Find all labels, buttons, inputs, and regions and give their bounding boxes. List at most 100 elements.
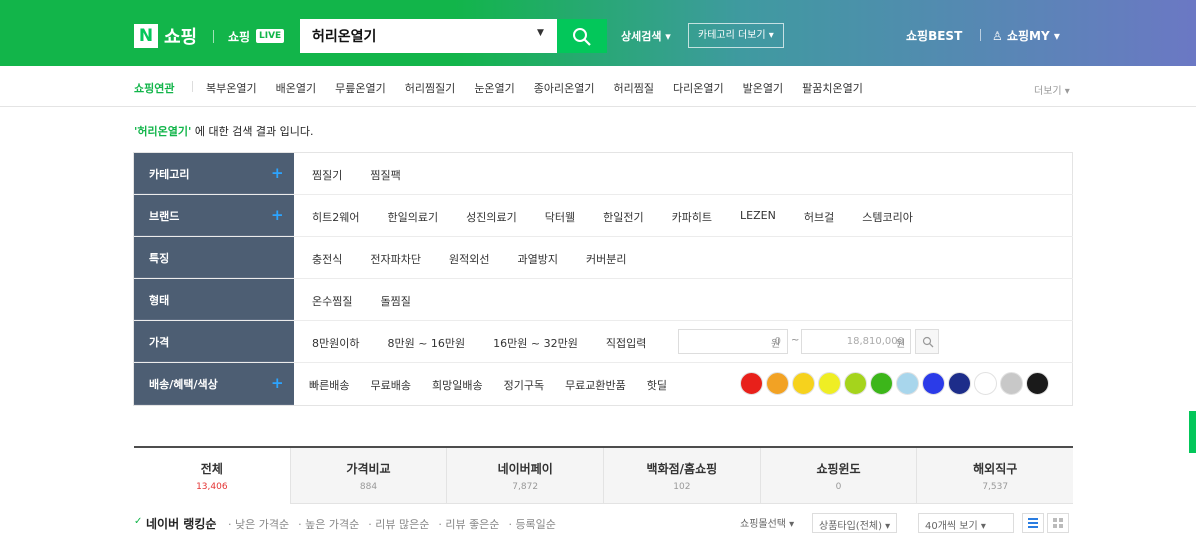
sort-option[interactable]: 리뷰 많은순 xyxy=(368,516,429,532)
search-result-title: '허리온열기' 에 대한 검색 결과 입니다. xyxy=(134,123,314,139)
tab-department-store[interactable]: 백화점/홈쇼핑 102 xyxy=(603,448,760,504)
shopping-live-link[interactable]: 쇼핑 xyxy=(228,28,250,45)
color-swatch[interactable] xyxy=(922,372,945,395)
related-keyword[interactable]: 복부온열기 xyxy=(206,80,257,96)
list-view-button[interactable] xyxy=(1022,513,1044,533)
shopping-my-menu[interactable]: ♙ 쇼핑MY ▾ xyxy=(992,27,1060,44)
related-keyword-list: 복부온열기 배온열기 무릎온열기 허리찜질기 눈온열기 종아리온열기 허리찜질 … xyxy=(206,80,882,96)
color-swatch[interactable] xyxy=(1000,372,1023,395)
filter-option[interactable]: 돌찜질 xyxy=(380,293,410,309)
expand-plus-icon[interactable]: + xyxy=(271,164,284,182)
color-swatch[interactable] xyxy=(792,372,815,395)
filter-option[interactable]: 16만원 ~ 32만원 xyxy=(493,335,578,351)
filter-option[interactable]: 카파히트 xyxy=(672,209,712,225)
related-keyword[interactable]: 허리찜질기 xyxy=(405,80,456,96)
filter-option[interactable]: 과열방지 xyxy=(517,251,557,267)
filter-option[interactable]: 허브걸 xyxy=(804,209,834,225)
filter-options: 찜질기 찜질팩 xyxy=(312,167,429,183)
tab-price-compare[interactable]: 가격비교 884 xyxy=(289,448,447,504)
filter-head-brand[interactable]: 브랜드 + xyxy=(134,195,294,236)
related-keyword[interactable]: 팔꿈치온열기 xyxy=(802,80,863,96)
search-query-highlight: '허리온열기' xyxy=(134,125,192,138)
sort-option[interactable]: 리뷰 좋은순 xyxy=(438,516,499,532)
filter-option[interactable]: 전자파차단 xyxy=(370,251,421,267)
color-swatch[interactable] xyxy=(844,372,867,395)
advanced-search-button[interactable]: 상세검색 ▾ xyxy=(621,28,671,44)
tab-count: 102 xyxy=(673,482,691,492)
filter-option[interactable]: 빠른배송 xyxy=(309,377,349,393)
grid-view-button[interactable] xyxy=(1047,513,1069,533)
search-input[interactable] xyxy=(312,26,512,46)
autocomplete-toggle-icon[interactable]: ▼ xyxy=(537,28,544,38)
color-swatch[interactable] xyxy=(948,372,971,395)
filter-options: 충전식 전자파차단 원적외선 과열방지 커버분리 xyxy=(312,251,654,267)
price-search-button[interactable] xyxy=(915,329,939,354)
filter-option[interactable]: 찜질팩 xyxy=(370,167,400,183)
shopping-logo-text[interactable]: 쇼핑 xyxy=(164,23,197,49)
color-swatch[interactable] xyxy=(818,372,841,395)
color-swatch[interactable] xyxy=(740,372,763,395)
filter-option[interactable]: 성진의료기 xyxy=(466,209,517,225)
related-keyword[interactable]: 다리온열기 xyxy=(673,80,724,96)
sort-option[interactable]: 낮은 가격순 xyxy=(228,516,289,532)
filter-option[interactable]: 한일의료기 xyxy=(387,209,438,225)
color-swatch[interactable] xyxy=(974,372,997,395)
tab-overseas[interactable]: 해외직구 7,537 xyxy=(916,448,1074,504)
live-badge[interactable]: LIVE xyxy=(256,29,285,43)
filter-option[interactable]: 온수찜질 xyxy=(312,293,352,309)
side-floating-tab[interactable] xyxy=(1189,411,1196,453)
price-direct-input-label: 직접입력 xyxy=(605,337,647,350)
filter-panel: 카테고리 + 찜질기 찜질팩 브랜드 + 히트2웨어 한일의료기 성진의료기 닥… xyxy=(133,152,1073,406)
header-divider xyxy=(980,29,981,41)
color-swatch[interactable] xyxy=(896,372,919,395)
tab-all[interactable]: 전체 13,406 xyxy=(134,448,290,504)
price-max-input[interactable]: 18,810,000 xyxy=(801,329,911,354)
filter-option[interactable]: 원적외선 xyxy=(449,251,489,267)
filter-option[interactable]: 충전식 xyxy=(312,251,342,267)
filter-option[interactable]: 한일전기 xyxy=(603,209,643,225)
filter-option[interactable]: 무료교환반품 xyxy=(565,377,626,393)
filter-option[interactable]: 닥터웰 xyxy=(545,209,575,225)
filter-option[interactable]: 8만원 ~ 16만원 xyxy=(387,335,465,351)
related-more-button[interactable]: 더보기 ▾ xyxy=(1034,82,1070,97)
search-button[interactable] xyxy=(557,19,607,53)
related-keyword[interactable]: 눈온열기 xyxy=(474,80,514,96)
related-keyword[interactable]: 무릎온열기 xyxy=(335,80,386,96)
view-count-select[interactable]: 40개씩 보기 ▾ xyxy=(918,513,1014,533)
filter-option[interactable]: 스템코리아 xyxy=(862,209,913,225)
color-swatch[interactable] xyxy=(766,372,789,395)
filter-option[interactable]: 커버분리 xyxy=(586,251,626,267)
mall-select-dropdown[interactable]: 쇼핑몰선택 ▾ xyxy=(740,515,794,530)
filter-option[interactable]: 8만원이하 xyxy=(312,335,359,351)
tab-shopping-window[interactable]: 쇼핑윈도 0 xyxy=(759,448,917,504)
tab-naver-pay[interactable]: 네이버페이 7,872 xyxy=(446,448,604,504)
filter-head-category[interactable]: 카테고리 + xyxy=(134,153,294,194)
shopping-best-link[interactable]: 쇼핑BEST xyxy=(906,27,962,44)
filter-option[interactable]: 희망일배송 xyxy=(432,377,483,393)
color-swatch[interactable] xyxy=(1026,372,1049,395)
filter-option[interactable]: 히트2웨어 xyxy=(312,209,359,225)
product-type-select[interactable]: 상품타입(전체) ▾ xyxy=(812,513,898,533)
filter-option[interactable]: LEZEN xyxy=(740,209,776,225)
expand-plus-icon[interactable]: + xyxy=(271,374,284,392)
filter-row-brand: 브랜드 + 히트2웨어 한일의료기 성진의료기 닥터웰 한일전기 카파히트 LE… xyxy=(134,195,1073,237)
filter-option[interactable]: 핫딜 xyxy=(647,377,667,393)
related-keyword[interactable]: 허리찜질 xyxy=(614,80,654,96)
naver-logo[interactable]: N xyxy=(134,24,158,48)
filter-option[interactable]: 무료배송 xyxy=(370,377,410,393)
related-keyword[interactable]: 종아리온열기 xyxy=(534,80,595,96)
tab-count: 7,872 xyxy=(512,482,539,492)
related-keyword[interactable]: 발온열기 xyxy=(743,80,783,96)
filter-option[interactable]: 정기구독 xyxy=(504,377,544,393)
tab-label: 해외직구 xyxy=(973,462,1018,476)
sort-option[interactable]: 높은 가격순 xyxy=(298,516,359,532)
check-icon: ✓ xyxy=(134,516,143,527)
related-keyword[interactable]: 배온열기 xyxy=(276,80,316,96)
expand-plus-icon[interactable]: + xyxy=(271,206,284,224)
sort-option-active[interactable]: 네이버 랭킹순 xyxy=(146,515,216,532)
sort-option[interactable]: 등록일순 xyxy=(508,516,555,532)
color-swatch[interactable] xyxy=(870,372,893,395)
category-more-button[interactable]: 카테고리 더보기 ▾ xyxy=(688,23,784,48)
filter-head-delivery[interactable]: 배송/혜택/색상 + xyxy=(134,363,294,405)
filter-option[interactable]: 찜질기 xyxy=(312,167,342,183)
